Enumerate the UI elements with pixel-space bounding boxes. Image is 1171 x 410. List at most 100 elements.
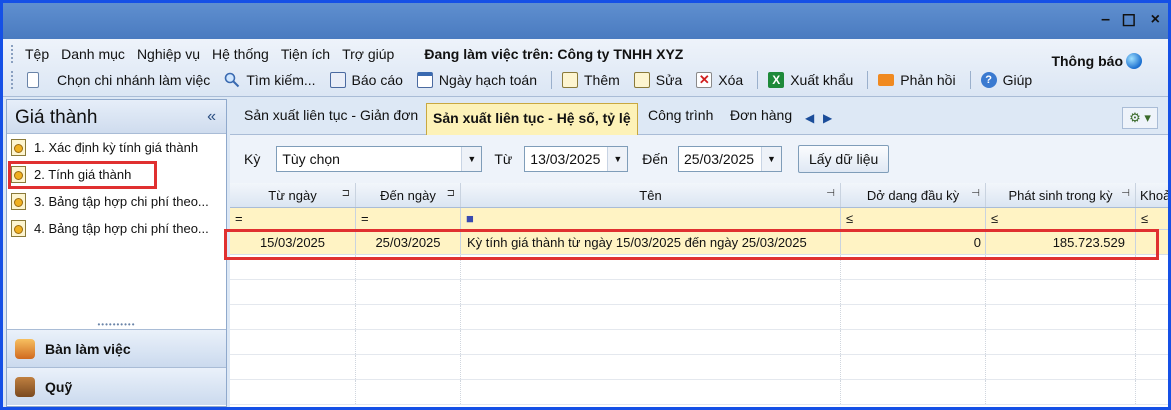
select-branch-button[interactable]: Chọn chi nhánh làm việc [25,72,210,88]
column-label: Từ ngày [268,187,317,203]
sidebar-item-define-period[interactable]: 1. Xác định kỳ tính giá thành [7,134,226,161]
filter-cell[interactable]: ≤ [1136,208,1168,229]
export-button[interactable]: X Xuất khẩu [768,72,853,88]
filter-operator: = [361,211,369,226]
column-label: Tên [639,187,662,203]
sidebar-title: Giá thành [15,107,98,128]
pin-icon[interactable]: ⊣ [971,188,980,199]
nav-desktop-label: Bàn làm việc [45,340,131,357]
tab-coefficient[interactable]: Sản xuất liên tục - Hệ số, tỷ lệ [426,103,638,135]
column-header-from-date[interactable]: Từ ngày ⊐ [230,183,356,207]
empty-row [230,380,1168,405]
sidebar-item-label: 1. Xác định kỳ tính giá thành [34,140,199,155]
desktop-icon [15,338,35,359]
delete-button[interactable]: ✕ Xóa [696,72,743,88]
safe-icon [15,376,35,397]
delete-label: Xóa [718,72,744,88]
empty-row [230,355,1168,380]
period-value: Tùy chọn [282,151,340,167]
column-header-name[interactable]: Tên ⊣ [461,183,841,207]
help-label: Giúp [1002,72,1033,88]
report-label: Báo cáo [351,72,403,88]
sidebar-item-label: 4. Bảng tập hợp chi phí theo... [34,221,209,236]
tab-order[interactable]: Đơn hàng [730,107,792,123]
notification-button[interactable]: Thông báo [1051,53,1142,69]
filter-cell[interactable]: ■ [461,208,841,229]
filter-row: = = ■ ≤ ≤ ≤ [230,208,1168,230]
posting-date-button[interactable]: Ngày hạch toán [416,72,537,88]
tab-simple[interactable]: Sản xuất liên tục - Giản đơn [244,107,418,123]
to-label: Đến [642,151,668,167]
filter-cell[interactable]: ≤ [986,208,1136,229]
add-button[interactable]: Thêm [562,72,620,88]
select-branch-label: Chọn chi nhánh làm việc [57,72,211,88]
nav-cash[interactable]: Quỹ [7,367,226,405]
filter-operator: ≤ [846,211,854,226]
sidebar-splitter[interactable]: •••••••••• [7,321,226,329]
help-icon: ? [980,72,997,88]
from-label: Từ [494,151,513,167]
sidebar-item-cost-summary-1[interactable]: 3. Bảng tập hợp chi phí theo... [7,188,226,215]
pin-icon[interactable]: ⊣ [1121,188,1130,199]
menu-help[interactable]: Trợ giúp [342,46,394,62]
globe-icon [1126,53,1142,69]
menu-system[interactable]: Hệ thống [212,46,269,62]
column-header-extra[interactable]: Khoả [1136,183,1168,207]
maximize-button[interactable]: ☐ [1122,11,1136,31]
menu-operations[interactable]: Nghiệp vụ [137,46,200,62]
toolbar-separator [757,71,759,89]
sidebar: Giá thành « 1. Xác định kỳ tính giá thàn… [6,99,227,407]
filter-operator: ≤ [991,211,999,226]
feedback-button[interactable]: Phản hồi [878,72,956,88]
filter-cell[interactable]: = [230,208,356,229]
menu-catalog[interactable]: Danh mục [61,46,125,62]
filter-cell[interactable]: = [356,208,461,229]
sidebar-item-cost-summary-2[interactable]: 4. Bảng tập hợp chi phí theo... [7,215,226,242]
minimize-button[interactable]: – [1101,11,1110,29]
from-date-value: 13/03/2025 [530,151,601,167]
search-button[interactable]: Tìm kiếm... [224,72,316,88]
pin-icon[interactable]: ⊐ [447,188,455,199]
to-date-value: 25/03/2025 [683,151,755,167]
column-label: Phát sinh trong kỳ [1008,187,1113,203]
pin-icon[interactable]: ⊐ [342,188,350,199]
to-date-field[interactable]: 25/03/2025 ▼ [677,146,782,172]
menu-grip [11,45,15,63]
column-header-to-date[interactable]: Đến ngày ⊐ [356,183,461,207]
menu-utilities[interactable]: Tiện ích [281,46,330,62]
column-label: Dở dang đầu kỳ [866,187,960,203]
tab-bar: Sản xuất liên tục - Giản đơn Sản xuất li… [230,99,1168,135]
document-icon [11,193,26,210]
column-label: Khoả [1140,187,1168,203]
tab-prev-icon[interactable]: ◀ [805,111,814,125]
help-button[interactable]: ? Giúp [980,72,1033,88]
from-date-field[interactable]: 13/03/2025 ▼ [524,146,629,172]
feedback-label: Phản hồi [900,72,956,88]
edit-button[interactable]: Sửa [633,72,682,88]
chevron-down-icon: ▼ [461,147,482,171]
document-icon [11,220,26,237]
column-header-incurred[interactable]: Phát sinh trong kỳ ⊣ [986,183,1136,207]
tab-next-icon[interactable]: ▶ [823,111,832,125]
column-header-opening-wip[interactable]: Dở dang đầu kỳ ⊣ [841,183,986,207]
collapse-icon[interactable]: « [207,108,216,126]
empty-row [230,330,1168,355]
row-highlight-box [224,229,1159,260]
pin-icon[interactable]: ⊣ [826,188,835,199]
tab-project[interactable]: Công trình [648,107,713,123]
menu-file[interactable]: Tệp [25,46,49,62]
nav-desktop[interactable]: Bàn làm việc [7,329,226,367]
calendar-icon [416,72,433,88]
filter-cell[interactable]: ≤ [841,208,986,229]
column-label: Đến ngày [380,187,436,203]
sidebar-header: Giá thành « [7,100,226,134]
toolbar-separator [969,71,971,89]
close-button[interactable]: × [1151,11,1160,29]
toolbar-separator [867,71,869,89]
fetch-data-button[interactable]: Lấy dữ liệu [797,145,890,173]
gear-icon[interactable]: ⚙ ▾ [1122,107,1158,129]
report-icon [329,72,346,88]
report-button[interactable]: Báo cáo [329,72,403,88]
delete-icon: ✕ [696,72,713,88]
period-select[interactable]: Tùy chọn ▼ [276,146,483,172]
